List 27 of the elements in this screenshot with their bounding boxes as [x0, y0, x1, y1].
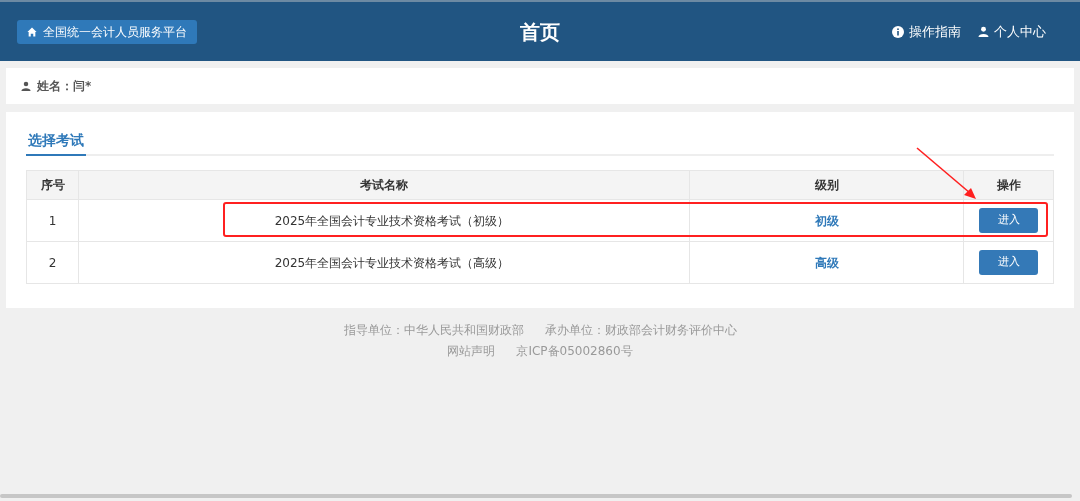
- table-cell-text: 2025年全国会计专业技术资格考试（高级）: [273, 254, 510, 272]
- user-icon: [21, 81, 31, 91]
- table-cell-text: 2025年全国会计专业技术资格考试（初级）: [273, 212, 510, 230]
- table-cell-text: 2: [48, 254, 57, 272]
- enter-button[interactable]: 进入: [979, 250, 1038, 275]
- user-name: 姓名：闫*: [37, 78, 92, 95]
- profile-link[interactable]: 个人中心: [978, 21, 1046, 42]
- home-icon: [27, 26, 37, 37]
- info-icon: [892, 25, 904, 38]
- tab[interactable]: 选择考试: [26, 130, 86, 156]
- column-header: 操作: [996, 177, 1021, 194]
- footer-text: 承办单位：财政部会计财务评价中心: [544, 322, 737, 339]
- column-header: 考试名称: [360, 177, 408, 194]
- footer-text: 京ICP备05002860号: [516, 343, 633, 360]
- user-icon: [978, 26, 989, 37]
- level-link[interactable]: 初级: [814, 211, 839, 230]
- table-cell-text: 1: [48, 212, 57, 230]
- footer-text: 网站声明: [447, 343, 496, 360]
- page-title: 首页: [520, 18, 560, 46]
- column-header: 级别: [814, 177, 839, 194]
- level-link[interactable]: 高级: [814, 253, 839, 272]
- footer-text: 指导单位：中华人民共和国财政部: [343, 322, 524, 339]
- guide-link[interactable]: 操作指南: [892, 21, 961, 42]
- column-header: 序号: [40, 177, 65, 194]
- pointer-arrow: [914, 146, 978, 202]
- enter-button[interactable]: 进入: [979, 208, 1038, 233]
- home-button[interactable]: 全国统一会计人员服务平台: [17, 19, 197, 44]
